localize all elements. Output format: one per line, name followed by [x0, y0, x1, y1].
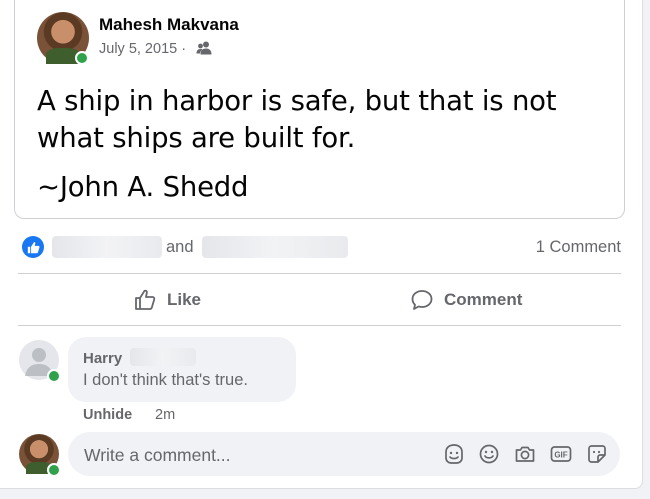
comment-button-label: Comment: [444, 290, 523, 309]
speech-bubble-icon: [411, 290, 433, 310]
avatar-sticker-icon[interactable]: [442, 442, 466, 466]
post-card: Mahesh Makvana July 5, 2015 · A ship in …: [0, 0, 643, 489]
comment-count-link[interactable]: 1 Comment: [536, 238, 621, 257]
comment-composer: GIF: [68, 432, 620, 478]
reaction-connector: and: [166, 238, 194, 256]
post-quote: A ship in harbor is safe, but that is no…: [37, 85, 557, 154]
unhide-link[interactable]: Unhide: [83, 407, 132, 423]
online-status-dot: [47, 369, 61, 383]
commenter-name[interactable]: Harry: [83, 350, 122, 367]
camera-icon[interactable]: [513, 442, 537, 466]
post-date[interactable]: July 5, 2015 ·: [99, 41, 186, 57]
svg-text:GIF: GIF: [554, 451, 567, 460]
gif-icon[interactable]: GIF: [549, 442, 573, 466]
comment-button[interactable]: Comment: [410, 278, 522, 322]
comment-text: I don't think that's true.: [83, 371, 248, 389]
blurred-reactor-name: [202, 236, 348, 258]
friends-icon[interactable]: [196, 41, 212, 60]
online-status-dot: [47, 463, 61, 477]
emoji-icon[interactable]: [477, 442, 501, 466]
comment-timestamp[interactable]: 2m: [155, 407, 175, 423]
thumbs-up-icon: [135, 289, 156, 310]
divider: [18, 273, 621, 274]
like-icon[interactable]: [22, 236, 44, 258]
comment-input[interactable]: [82, 432, 426, 478]
online-status-dot: [75, 51, 89, 65]
sticker-icon[interactable]: [585, 442, 609, 466]
blurred-commenter-surname: [130, 348, 196, 366]
author-name[interactable]: Mahesh Makvana: [99, 15, 239, 35]
comment-bubble: Harry I don't think that's true.: [68, 337, 296, 402]
like-button-label: Like: [167, 290, 202, 309]
post-quote-author: ~John A. Shedd: [37, 171, 249, 203]
like-button[interactable]: Like: [133, 278, 201, 322]
blurred-reactor-name: [52, 236, 162, 258]
shared-post: Mahesh Makvana July 5, 2015 · A ship in …: [14, 0, 625, 219]
divider: [18, 325, 621, 326]
